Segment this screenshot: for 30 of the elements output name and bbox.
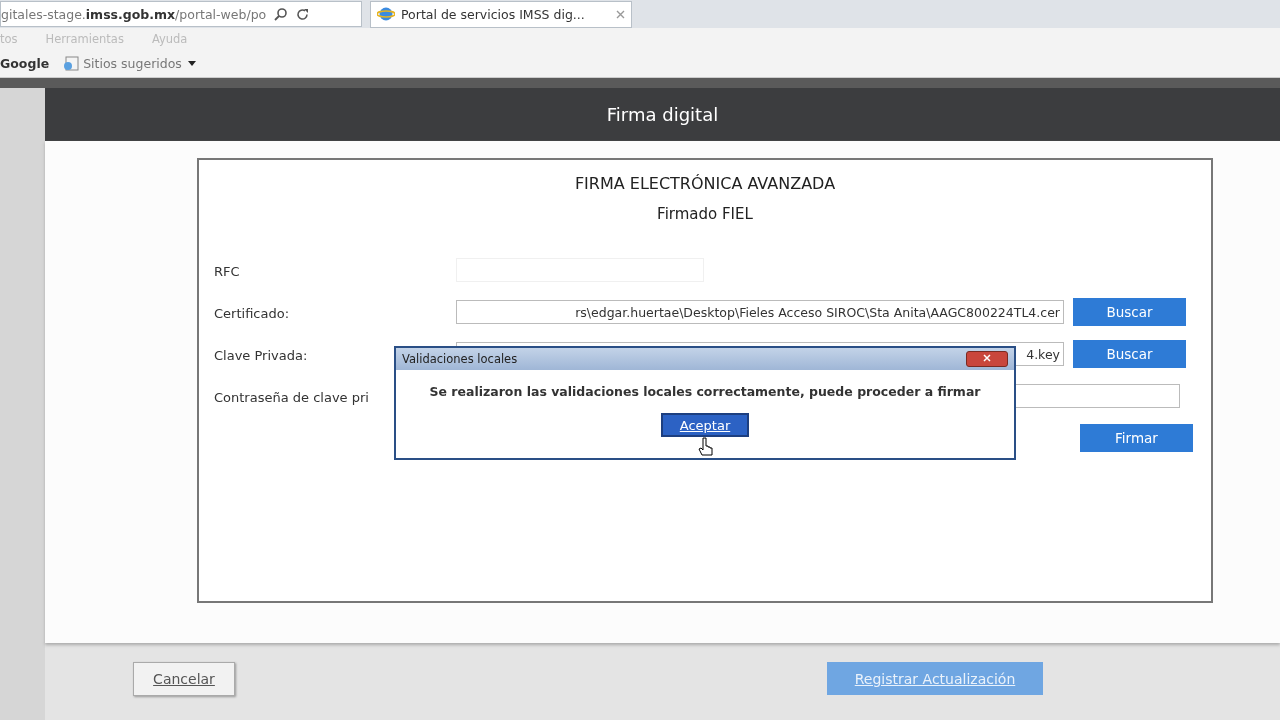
- accept-button[interactable]: Aceptar: [661, 413, 749, 437]
- sign-button[interactable]: Firmar: [1080, 424, 1193, 452]
- browse-button[interactable]: Buscar: [1073, 298, 1186, 326]
- page-icon: [63, 56, 80, 71]
- field-label: Clave Privada:: [214, 347, 308, 363]
- register-button[interactable]: Registrar Actualización: [827, 662, 1043, 695]
- form-title: FIRMA ELECTRÓNICA AVANZADA: [574, 174, 836, 193]
- field-label: Contraseña de clave pri: [214, 389, 369, 405]
- url-text: gitales-stage.imss.gob.mx/portal-web/po: [1, 6, 267, 22]
- address-bar[interactable]: gitales-stage.imss.gob.mx/portal-web/po: [0, 1, 362, 27]
- browser-tab[interactable]: Portal de servicios IMSS dig...: [370, 0, 632, 28]
- caret-icon[interactable]: [187, 61, 196, 66]
- field-label: RFC: [214, 263, 240, 279]
- close-icon: [983, 354, 991, 362]
- browse-button[interactable]: Buscar: [1073, 340, 1186, 368]
- cancel-button[interactable]: Cancelar: [133, 661, 235, 696]
- close-button[interactable]: [966, 351, 1008, 367]
- dialog-message: Se realizaron las validaciones locales correctamente, puede proceder a firmar: [428, 384, 982, 399]
- favorite-link[interactable]: Google: [0, 56, 50, 71]
- dialog-title: Validaciones locales: [402, 352, 518, 366]
- field-label: Certificado:: [214, 305, 290, 321]
- hand-cursor-icon: [698, 437, 714, 457]
- globe-icon: [377, 6, 395, 22]
- refresh-icon[interactable]: [296, 7, 310, 21]
- file-path-field[interactable]: rs\edgar.huertae\Desktop\Fieles Acceso SIROC\Sta Anita\AAGC800224TL4.cer: [456, 300, 1064, 324]
- close-icon[interactable]: [616, 9, 625, 19]
- header-title: Firma digital: [606, 104, 719, 125]
- search-icon[interactable]: [274, 7, 289, 21]
- form-subtitle: Firmado FIEL: [657, 205, 753, 223]
- favorite-link[interactable]: Sitios sugeridos: [83, 56, 182, 71]
